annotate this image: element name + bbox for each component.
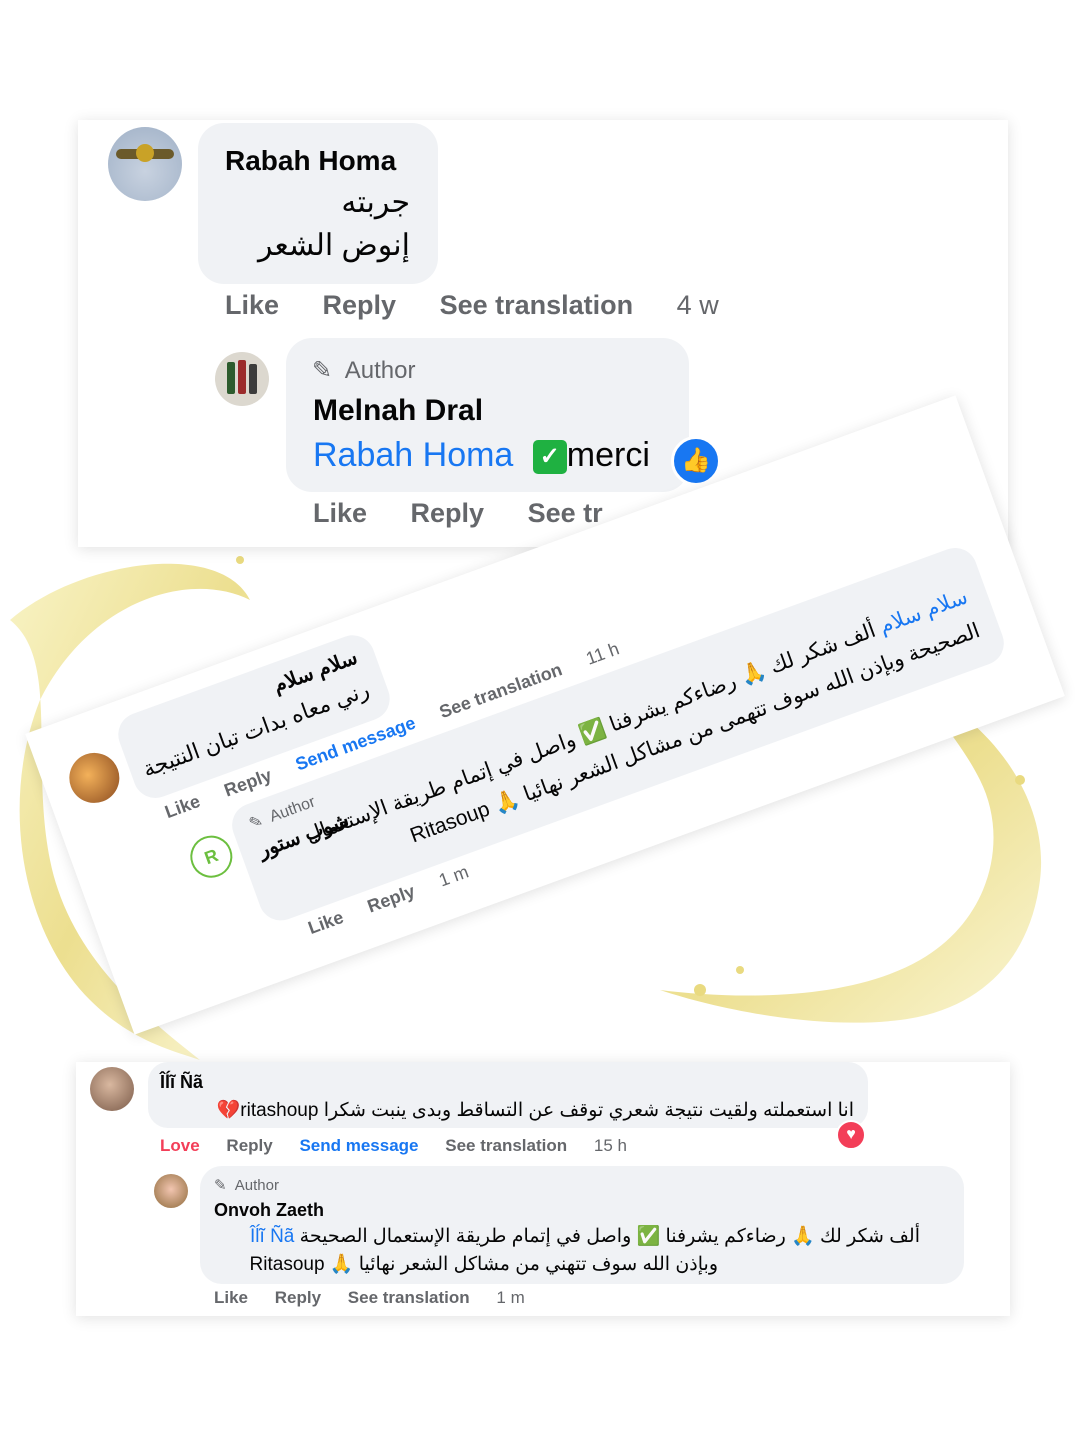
comment-card-3: Îĺĩ Ñã انا استعملته ولقيت نتيجة شعري توق…: [76, 1062, 1010, 1316]
reply-message: ألف شكر لك 🙏 رضاءكم يشرفنا ✅ واصل في إتم…: [299, 1226, 920, 1247]
reply-button[interactable]: Reply: [323, 290, 397, 321]
timestamp: 1 m: [436, 861, 472, 891]
avatar[interactable]: R: [184, 829, 239, 884]
love-reaction-icon[interactable]: ♥: [836, 1120, 866, 1150]
see-translation-link[interactable]: See translation: [348, 1288, 470, 1308]
comment-text: انا استعملته ولقيت نتيجة شعري توقف عن ال…: [217, 1098, 854, 1122]
send-message-link[interactable]: Send message: [299, 1136, 418, 1156]
avatar[interactable]: [154, 1174, 188, 1208]
reply-bubble: ✎ Author Onvoh Zaeth ألف شكر لك 🙏 رضاءكم…: [200, 1166, 964, 1284]
reply-text-line: ألف شكر لك 🙏 رضاءكم يشرفنا ✅ واصل في إتم…: [250, 1224, 920, 1248]
comment-actions: Love Reply Send message See translation …: [160, 1136, 627, 1156]
timestamp: 15 h: [593, 1136, 627, 1155]
comment-author[interactable]: Îĺĩ Ñã: [160, 1072, 203, 1093]
reply-text-line: وبإذن الله سوف تتهني من مشاكل الشعر نهائ…: [249, 1254, 718, 1275]
avatar[interactable]: [62, 745, 127, 810]
avatar[interactable]: [215, 352, 269, 406]
broken-heart-icon: 💔: [216, 1100, 241, 1121]
like-button[interactable]: Like: [214, 1288, 248, 1308]
comment-message: انا استعملته ولقيت نتيجة شعري توقف عن ال…: [240, 1100, 854, 1121]
comment-bubble: Rabah Homa جربته إنوض الشعر: [198, 123, 438, 284]
see-translation-link[interactable]: See tr: [528, 498, 603, 529]
comment-text-line: إنوض الشعر: [257, 229, 410, 262]
mention-link[interactable]: Îĺĩ Ñã: [250, 1226, 294, 1247]
see-translation-link[interactable]: See translation: [440, 290, 634, 321]
like-button[interactable]: Like: [313, 498, 367, 529]
pencil-icon: ✎: [312, 357, 333, 384]
like-button[interactable]: Like: [162, 791, 203, 823]
reply-author[interactable]: Onvoh Zaeth: [214, 1200, 324, 1221]
reply-button[interactable]: Reply: [411, 498, 485, 529]
reply-bubble: ✎ Author Melnah Dral Rabah Homa ✓ merci: [286, 338, 689, 492]
check-icon: ✓: [532, 440, 567, 475]
love-button[interactable]: Love: [160, 1136, 200, 1156]
author-badge: ✎ Author: [214, 1176, 279, 1194]
avatar[interactable]: [90, 1067, 134, 1111]
reply-actions: Like Reply See translation 1 m: [214, 1288, 525, 1308]
reply-button[interactable]: Reply: [226, 1136, 272, 1156]
reply-message: merci: [566, 436, 650, 474]
pencil-icon: ✎: [246, 812, 266, 834]
mention-link[interactable]: Rabah Homa: [313, 436, 513, 474]
avatar[interactable]: [108, 127, 182, 201]
author-badge-label: Author: [234, 1177, 279, 1194]
see-translation-link[interactable]: See translation: [445, 1136, 567, 1156]
reply-text: Rabah Homa ✓ merci: [313, 436, 650, 475]
timestamp: 11 h: [583, 638, 622, 669]
timestamp: 1 m: [496, 1288, 525, 1307]
comment-author[interactable]: Rabah Homa: [225, 145, 396, 177]
timestamp: 4 w: [676, 290, 719, 320]
comment-text: رني معاه بدات تبان النتيجة: [139, 676, 373, 782]
reply-button[interactable]: Reply: [275, 1288, 321, 1308]
pencil-icon: ✎: [214, 1177, 227, 1194]
reply-author[interactable]: Melnah Dral: [313, 394, 483, 428]
thumbs-up-reaction-icon[interactable]: 👍: [671, 436, 721, 486]
like-button[interactable]: Like: [225, 290, 279, 321]
comment-actions: Like Reply See translation 4 w: [225, 290, 719, 321]
like-button[interactable]: Like: [305, 907, 346, 939]
author-badge: ✎ Author: [312, 356, 416, 385]
comment-text-line: جربته: [341, 186, 410, 219]
comment-bubble: Îĺĩ Ñã انا استعملته ولقيت نتيجة شعري توق…: [148, 1062, 868, 1128]
author-badge-label: Author: [344, 357, 416, 384]
reply-actions: Like Reply See tr: [313, 498, 603, 529]
